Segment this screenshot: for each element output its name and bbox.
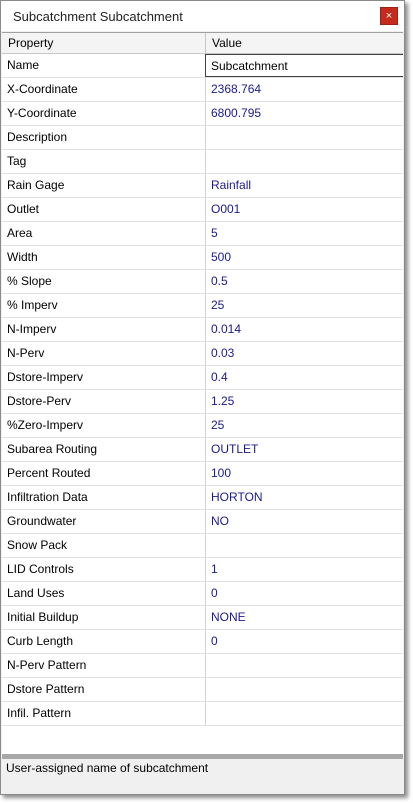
property-row[interactable]: Dstore-Perv 1.25	[2, 390, 403, 414]
property-value-cell[interactable]: HORTON	[206, 486, 403, 509]
property-value-cell[interactable]	[206, 150, 403, 173]
property-name-cell: Infiltration Data	[2, 486, 206, 509]
property-value-cell[interactable]: OUTLET	[206, 438, 403, 461]
property-row[interactable]: Tag	[2, 150, 403, 174]
property-name-cell: Dstore-Perv	[2, 390, 206, 413]
property-name-cell: Land Uses	[2, 582, 206, 605]
property-name-cell: N-Perv	[2, 342, 206, 365]
property-name-cell: Percent Routed	[2, 462, 206, 485]
property-value-cell[interactable]: 0.5	[206, 270, 403, 293]
property-name-cell: % Imperv	[2, 294, 206, 317]
property-row[interactable]: Width 500	[2, 246, 403, 270]
property-value-cell[interactable]: NO	[206, 510, 403, 533]
property-value-cell[interactable]: 0	[206, 582, 403, 605]
property-name-cell: Name	[2, 54, 206, 77]
property-row[interactable]: Land Uses 0	[2, 582, 403, 606]
property-value-cell[interactable]: 0.4	[206, 366, 403, 389]
property-value-cell[interactable]: 0.03	[206, 342, 403, 365]
property-name-cell: % Slope	[2, 270, 206, 293]
column-header-property[interactable]: Property	[2, 33, 206, 53]
property-row[interactable]: Description	[2, 126, 403, 150]
grid-header: Property Value	[2, 33, 403, 54]
property-name-cell: Initial Buildup	[2, 606, 206, 629]
property-row[interactable]: Curb Length 0	[2, 630, 403, 654]
property-row[interactable]: X-Coordinate 2368.764	[2, 78, 403, 102]
hint-panel: User-assigned name of subcatchment	[2, 759, 403, 794]
property-value-cell[interactable]	[206, 678, 403, 701]
property-row[interactable]: N-Perv Pattern	[2, 654, 403, 678]
property-value-cell[interactable]: 1.25	[206, 390, 403, 413]
property-name-cell: Dstore-Imperv	[2, 366, 206, 389]
property-name-cell: Outlet	[2, 198, 206, 221]
property-name-cell: %Zero-Imperv	[2, 414, 206, 437]
property-row[interactable]: Snow Pack	[2, 534, 403, 558]
property-row[interactable]: N-Imperv 0.014	[2, 318, 403, 342]
property-row[interactable]: % Imperv 25	[2, 294, 403, 318]
property-name-cell: Curb Length	[2, 630, 206, 653]
property-name-cell: X-Coordinate	[2, 78, 206, 101]
property-value-cell[interactable]: 100	[206, 462, 403, 485]
property-value-cell[interactable]: 0.014	[206, 318, 403, 341]
property-value-cell[interactable]: 25	[206, 414, 403, 437]
grid-rows: Name Subcatchment X-Coordinate 2368.764 Y-Co…	[2, 54, 403, 726]
property-name-cell: Width	[2, 246, 206, 269]
column-header-value[interactable]: Value	[206, 33, 403, 53]
property-value-cell[interactable]	[206, 534, 403, 557]
property-row[interactable]: Groundwater NO	[2, 510, 403, 534]
property-name-cell: LID Controls	[2, 558, 206, 581]
property-value-editor[interactable]: Subcatchment	[205, 54, 403, 77]
property-row[interactable]: Dstore-Imperv 0.4	[2, 366, 403, 390]
property-value-cell[interactable]	[206, 702, 403, 725]
property-name-cell: Area	[2, 222, 206, 245]
property-name-cell: Tag	[2, 150, 206, 173]
property-row[interactable]: %Zero-Imperv 25	[2, 414, 403, 438]
property-row[interactable]: Percent Routed 100	[2, 462, 403, 486]
property-value-cell[interactable]: 0	[206, 630, 403, 653]
property-value-cell[interactable]: Rainfall	[206, 174, 403, 197]
property-grid: Property Value Name Subcatchment X-Coordin…	[2, 32, 403, 755]
property-value-cell[interactable]: 6800.795	[206, 102, 403, 125]
property-name-cell: Subarea Routing	[2, 438, 206, 461]
window-title: Subcatchment Subcatchment	[13, 9, 183, 24]
property-value-cell[interactable]: 500	[206, 246, 403, 269]
property-value-cell[interactable]: 5	[206, 222, 403, 245]
property-row[interactable]: Rain Gage Rainfall	[2, 174, 403, 198]
property-row[interactable]: N-Perv 0.03	[2, 342, 403, 366]
property-editor-window: Subcatchment Subcatchment × Property Val…	[0, 0, 405, 795]
property-name-cell: N-Imperv	[2, 318, 206, 341]
property-name-cell: N-Perv Pattern	[2, 654, 206, 677]
property-name-cell: Dstore Pattern	[2, 678, 206, 701]
title-bar[interactable]: Subcatchment Subcatchment ×	[1, 1, 404, 31]
property-value-cell[interactable]: 25	[206, 294, 403, 317]
property-hint-text: User-assigned name of subcatchment	[6, 761, 209, 775]
property-value-cell[interactable]: 2368.764	[206, 78, 403, 101]
property-row[interactable]: Initial Buildup NONE	[2, 606, 403, 630]
property-name-cell: Infil. Pattern	[2, 702, 206, 725]
property-row[interactable]: Subarea Routing OUTLET	[2, 438, 403, 462]
property-value-cell[interactable]: NONE	[206, 606, 403, 629]
property-row[interactable]: Area 5	[2, 222, 403, 246]
close-icon: ×	[385, 10, 393, 22]
property-row[interactable]: Name Subcatchment	[2, 54, 403, 78]
close-button[interactable]: ×	[380, 7, 398, 25]
property-name-cell: Y-Coordinate	[2, 102, 206, 125]
property-value-cell[interactable]	[206, 126, 403, 149]
property-value-cell[interactable]	[206, 654, 403, 677]
property-value-cell[interactable]: O001	[206, 198, 403, 221]
property-row[interactable]: Outlet O001	[2, 198, 403, 222]
property-row[interactable]: Infil. Pattern	[2, 702, 403, 726]
property-row[interactable]: % Slope 0.5	[2, 270, 403, 294]
property-name-cell: Snow Pack	[2, 534, 206, 557]
property-row[interactable]: Y-Coordinate 6800.795	[2, 102, 403, 126]
property-name-cell: Groundwater	[2, 510, 206, 533]
property-row[interactable]: LID Controls 1	[2, 558, 403, 582]
property-name-cell: Rain Gage	[2, 174, 206, 197]
property-name-cell: Description	[2, 126, 206, 149]
property-row[interactable]: Dstore Pattern	[2, 678, 403, 702]
property-value-cell[interactable]: 1	[206, 558, 403, 581]
property-row[interactable]: Infiltration Data HORTON	[2, 486, 403, 510]
